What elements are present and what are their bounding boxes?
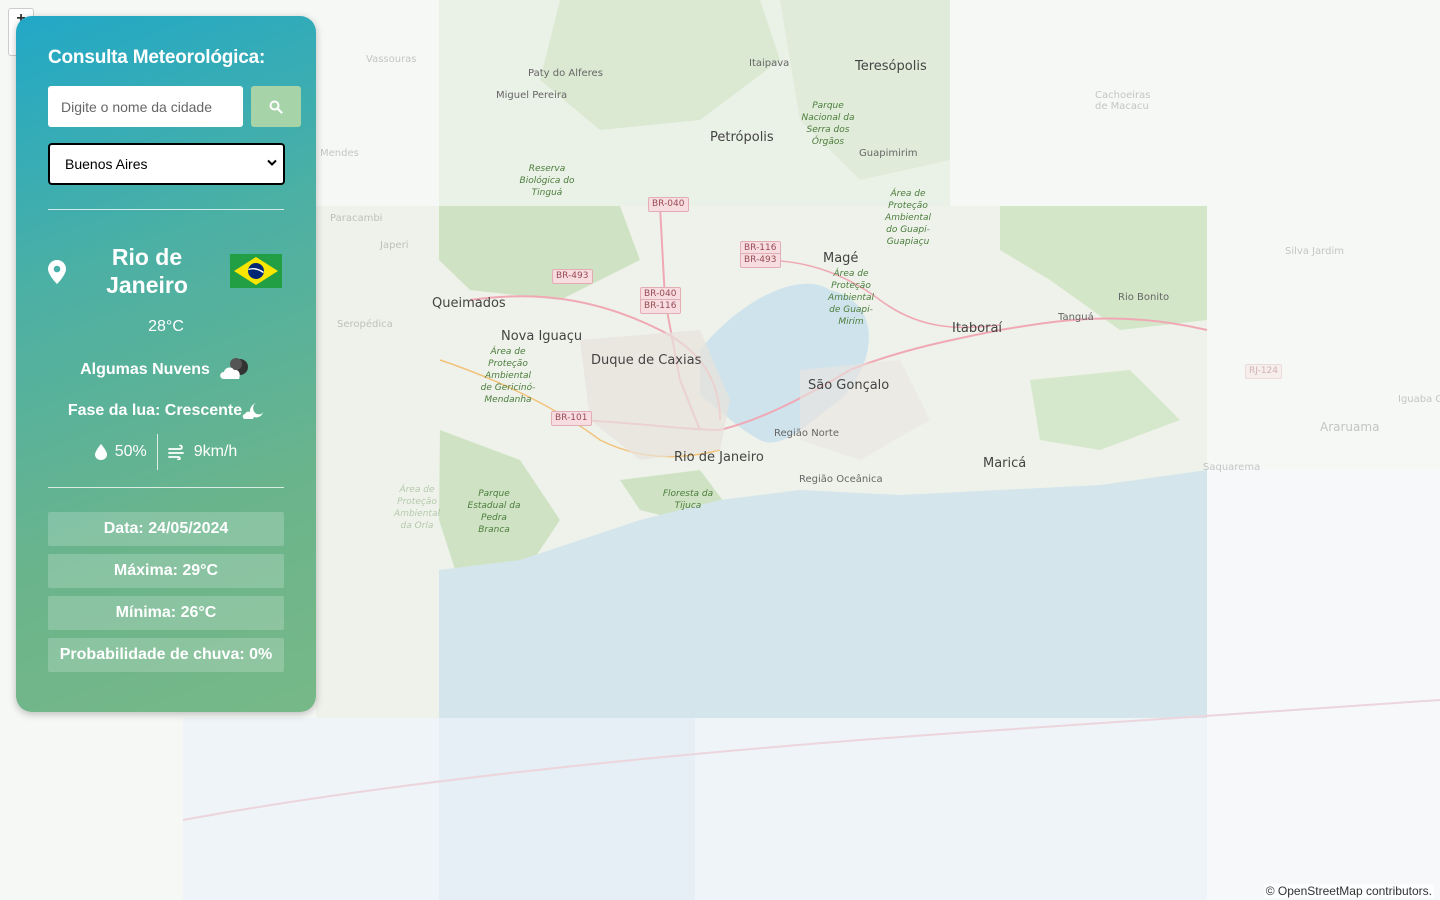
- map-label-town: Região Norte: [774, 428, 839, 439]
- partly-cloudy-night-icon: [220, 358, 248, 379]
- map-label-town: Seropédica: [337, 319, 393, 330]
- road-shield: BR-493: [740, 253, 781, 268]
- road-shield: RJ-124: [1245, 364, 1283, 379]
- map-label-town: Mendes: [320, 148, 359, 159]
- panel-title: Consulta Meteorológica:: [48, 47, 266, 68]
- map-label-park: Área de Proteção Ambiental do Guapi-Guap…: [885, 189, 931, 247]
- city-select[interactable]: Buenos Aires: [48, 143, 285, 185]
- map-label-park: Floresta da Tijuca: [662, 489, 714, 511]
- chevron-down-icon: [267, 159, 277, 166]
- divider: [48, 487, 284, 488]
- map-label-city: Magé: [823, 251, 859, 266]
- humidity-value: 50%: [114, 443, 147, 460]
- map-pin-icon: [48, 260, 66, 284]
- city-search-input[interactable]: [48, 86, 243, 127]
- map-label-park: Área de Proteção Ambiental de Guapi-Miri…: [828, 269, 874, 327]
- map-label-city: Maricá: [983, 456, 1027, 471]
- map-label-town: Rio Bonito: [1118, 292, 1170, 303]
- search-icon: [269, 100, 283, 114]
- map-attribution[interactable]: © OpenStreetMap contributors.: [1263, 884, 1434, 898]
- moon-phase: Fase da lua: Crescente: [48, 402, 284, 420]
- max-temp-box: Máxima: 29°C: [48, 554, 284, 588]
- weather-condition: Algumas Nuvens: [48, 357, 284, 383]
- map-label-town: Itaipava: [749, 58, 790, 69]
- map-label-town: Japeri: [380, 240, 409, 251]
- wind-value: 9km/h: [193, 443, 238, 460]
- map-label-town: Cachoeiras de Macacu: [1095, 90, 1151, 112]
- map-label-city: São Gonçalo: [808, 378, 890, 393]
- map-label-city: Itaboraí: [952, 321, 1003, 336]
- map-label-park: Área de Proteção Ambiental de Gericinó-M…: [480, 347, 536, 405]
- road-shield: BR-116: [640, 299, 681, 314]
- city-name: Rio de Janeiro: [106, 244, 188, 298]
- brazil-flag: [230, 254, 282, 288]
- condition-label: Algumas Nuvens: [80, 361, 210, 378]
- road-shield: BR-040: [648, 197, 689, 212]
- humidity: 50%: [85, 443, 157, 461]
- map-label-city: Teresópolis: [855, 59, 927, 74]
- map-label-city: Duque de Caxias: [591, 353, 702, 368]
- search-button[interactable]: [251, 86, 301, 127]
- map-label-city: Queimados: [432, 296, 506, 311]
- divider: [48, 209, 284, 210]
- wind: 9km/h: [158, 443, 248, 461]
- road-shield: BR-101: [551, 411, 592, 426]
- moon-phase-label: Fase da lua: Crescente: [67, 402, 243, 419]
- map-label-park: Reserva Biológica do Tinguá: [519, 164, 575, 198]
- droplet-icon: [94, 444, 107, 460]
- map-label-town: Vassouras: [366, 54, 417, 65]
- city-select-value: Buenos Aires: [65, 156, 148, 172]
- date-box: Data: 24/05/2024: [48, 512, 284, 546]
- weather-panel: Consulta Meteorológica: Buenos Aires Rio…: [16, 16, 316, 712]
- map-label-town: Região Oceânica: [799, 474, 883, 485]
- map-label-city: Rio de Janeiro: [674, 450, 764, 465]
- map-label-town: Iguaba Grande: [1398, 394, 1440, 405]
- map-label-town: Miguel Pereira: [496, 90, 568, 101]
- map-label-park: Área de Proteção Ambiental da Orla: [394, 485, 440, 531]
- map-label-town: Guapimirim: [859, 148, 918, 159]
- min-temp-box: Mínima: 26°C: [48, 596, 284, 630]
- moon-cloud-icon: [242, 403, 264, 419]
- wind-icon: [167, 444, 184, 460]
- rain-probability-box: Probabilidade de chuva: 0%: [48, 638, 284, 672]
- map-label-town: Paty do Alferes: [528, 68, 603, 79]
- map-label-city: Petrópolis: [710, 130, 774, 145]
- weather-stats: 50% 9km/h: [48, 434, 284, 470]
- map-label-park: Parque Estadual da Pedra Branca: [467, 489, 521, 535]
- map-label-city: Nova Iguaçu: [501, 329, 583, 344]
- map-label-town: Tanguá: [1058, 312, 1094, 323]
- map-label-town: Saquarema: [1203, 462, 1261, 473]
- map-label-park: Parque Nacional da Serra dos Órgãos: [801, 101, 855, 147]
- map-label-town: Silva Jardim: [1285, 246, 1345, 257]
- map-label-town: Paracambi: [330, 213, 383, 224]
- temperature: 28°C: [148, 318, 184, 335]
- road-shield: BR-493: [552, 269, 593, 284]
- map-label-town: Araruama: [1320, 420, 1380, 434]
